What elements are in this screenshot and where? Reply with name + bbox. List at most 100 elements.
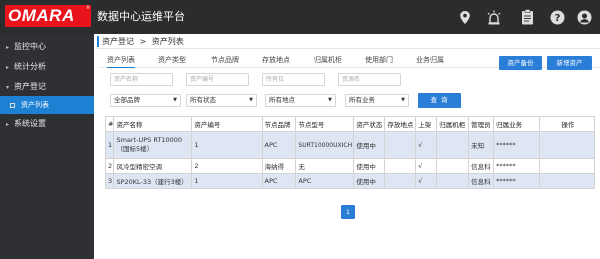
table-cell xyxy=(384,173,417,189)
table-cell: 2 xyxy=(104,158,115,174)
tab-asset-list[interactable]: 资产列表 xyxy=(107,55,135,68)
svg-text:?: ? xyxy=(554,13,560,24)
table-cell: SP20KL-33（建行3楼） xyxy=(113,173,193,189)
chevron-right-icon: ▸ xyxy=(6,44,10,51)
table-cell: APC xyxy=(261,131,297,159)
alarm-light-icon[interactable] xyxy=(483,6,505,28)
resource-name-input[interactable]: 资源名 xyxy=(338,73,401,86)
sidebar-item-system-settings[interactable]: ▸ 系统设置 xyxy=(0,115,94,133)
pagination-page-1[interactable]: 1 xyxy=(341,205,355,219)
tab-business[interactable]: 业务归属 xyxy=(416,55,444,65)
breadcrumb-current: 资产列表 xyxy=(151,37,184,46)
tab-department[interactable]: 使用部门 xyxy=(365,55,393,65)
column-header: # xyxy=(104,116,115,132)
top-bar: OMARA ® 数据中心运维平台 ? xyxy=(0,0,600,34)
location-pin-icon[interactable] xyxy=(454,6,476,28)
column-header: 资产名称 xyxy=(113,116,193,132)
tab-node-brand[interactable]: 节点品牌 xyxy=(211,55,239,65)
table-cell: 3 xyxy=(104,173,115,189)
table-cell: √ xyxy=(415,131,438,159)
table-cell xyxy=(436,173,470,189)
asset-name-input[interactable]: 资产名称 xyxy=(110,73,173,86)
brand-logo: OMARA xyxy=(5,5,91,27)
table-cell: 1 xyxy=(191,131,263,159)
asset-number-input[interactable]: 资产编号 xyxy=(186,73,249,86)
table-cell xyxy=(384,158,417,174)
table-cell: 1 xyxy=(104,131,115,159)
sidebar-item-label: 资产登记 xyxy=(14,82,46,91)
sidebar-item-monitoring[interactable]: ▸ 监控中心 xyxy=(0,38,94,56)
row-actions-cell[interactable] xyxy=(538,158,596,174)
table-cell: 海纳得 xyxy=(261,158,297,174)
breadcrumb-parent[interactable]: 资产登记 xyxy=(102,37,134,46)
table-cell: 使用中 xyxy=(353,173,386,189)
table-cell: 1 xyxy=(191,173,263,189)
column-header: 归属机柜 xyxy=(436,116,470,132)
status-select[interactable]: 所有状态 ▼ xyxy=(186,94,257,107)
chevron-down-icon: ▾ xyxy=(6,84,10,91)
business-select[interactable]: 所有业务 ▼ xyxy=(345,94,409,107)
sidebar-item-label: 资产列表 xyxy=(21,101,49,109)
list-icon xyxy=(10,102,15,108)
table-row[interactable]: 3 SP20KL-33（建行3楼） 1 APC APC 使用中 √ 信息科 **… xyxy=(104,173,596,189)
table-cell: 风冷型精密空调 xyxy=(113,158,193,174)
chevron-right-icon: ▸ xyxy=(6,64,10,71)
table-cell: 2 xyxy=(191,158,263,174)
table-header-row: # 资产名称 资产编号 节点品牌 节点型号 资产状态 存放地点 上架 归属机柜 … xyxy=(104,116,596,132)
tab-cabinet[interactable]: 归属机柜 xyxy=(314,55,342,65)
asset-name: Smart-UPS RT10000 （国标5楼） xyxy=(116,136,183,153)
table-cell: 未知 xyxy=(468,131,495,159)
sidebar-item-asset-list[interactable]: 资产列表 xyxy=(0,96,94,114)
column-header: 节点型号 xyxy=(295,116,355,132)
breadcrumb: 资产登记 > 资产列表 xyxy=(97,34,600,49)
table-cell: 信息科 xyxy=(468,173,495,189)
table-row[interactable]: 2 风冷型精密空调 2 海纳得 无 使用中 √ 信息科 ****** xyxy=(104,158,596,174)
column-header: 资产编号 xyxy=(191,116,263,132)
column-header: 操作 xyxy=(538,116,596,132)
brand-select[interactable]: 全部品牌 ▼ xyxy=(110,94,181,107)
table-cell: 无 xyxy=(295,158,355,174)
sidebar: ▸ 监控中心 ▸ 统计分析 ▾ 资产登记 资产列表 ▸ 系统设置 xyxy=(0,34,94,259)
table-cell: APC xyxy=(295,173,355,189)
sidebar-item-statistics[interactable]: ▸ 统计分析 xyxy=(0,58,94,76)
column-header: 节点品牌 xyxy=(261,116,297,132)
sidebar-item-asset-registration[interactable]: ▾ 资产登记 xyxy=(0,78,94,96)
table-cell xyxy=(436,158,470,174)
chevron-right-icon: ▸ xyxy=(6,121,10,128)
app-title: 数据中心运维平台 xyxy=(97,10,185,23)
user-icon[interactable] xyxy=(573,6,595,28)
table-cell: ****** xyxy=(493,131,540,159)
add-asset-button[interactable]: 新增资产 xyxy=(547,56,592,70)
table-cell: APC xyxy=(261,173,297,189)
table-cell: ****** xyxy=(493,158,540,174)
clipboard-icon[interactable] xyxy=(516,6,538,28)
row-actions-cell[interactable] xyxy=(538,173,596,189)
help-icon[interactable]: ? xyxy=(546,6,568,28)
query-button[interactable]: 查 询 xyxy=(418,93,461,108)
table-row[interactable]: 1 Smart-UPS RT10000 （国标5楼） 1 APC SURT100… xyxy=(104,131,596,159)
table-cell: √ xyxy=(415,173,438,189)
table-cell xyxy=(384,131,417,159)
table-cell: Smart-UPS RT10000 （国标5楼） xyxy=(113,131,193,159)
trademark-mark: ® xyxy=(86,5,90,10)
asset-backup-button[interactable]: 资产备份 xyxy=(499,56,542,70)
caret-down-icon: ▼ xyxy=(401,97,405,103)
table-cell: 使用中 xyxy=(353,131,386,159)
table-cell: 使用中 xyxy=(353,158,386,174)
breadcrumb-separator: > xyxy=(139,37,147,46)
sidebar-item-label: 监控中心 xyxy=(14,42,46,51)
caret-down-icon: ▼ xyxy=(173,97,177,103)
caret-down-icon: ▼ xyxy=(328,97,332,103)
column-header: 上架 xyxy=(415,116,438,132)
location-select[interactable]: 所有地点 ▼ xyxy=(265,94,336,107)
asset-table: # 资产名称 资产编号 节点品牌 节点型号 资产状态 存放地点 上架 归属机柜 … xyxy=(104,116,596,189)
tab-asset-type[interactable]: 资产类型 xyxy=(158,55,186,65)
tab-storage-location[interactable]: 存放地点 xyxy=(262,55,290,65)
column-header: 存放地点 xyxy=(384,116,417,132)
row-actions-cell[interactable] xyxy=(538,131,596,159)
position-input[interactable]: 所有位 xyxy=(262,73,325,86)
sidebar-item-label: 统计分析 xyxy=(14,62,46,71)
column-header: 资产状态 xyxy=(353,116,386,132)
caret-down-icon: ▼ xyxy=(249,97,253,103)
column-header: 归属业务 xyxy=(493,116,540,132)
